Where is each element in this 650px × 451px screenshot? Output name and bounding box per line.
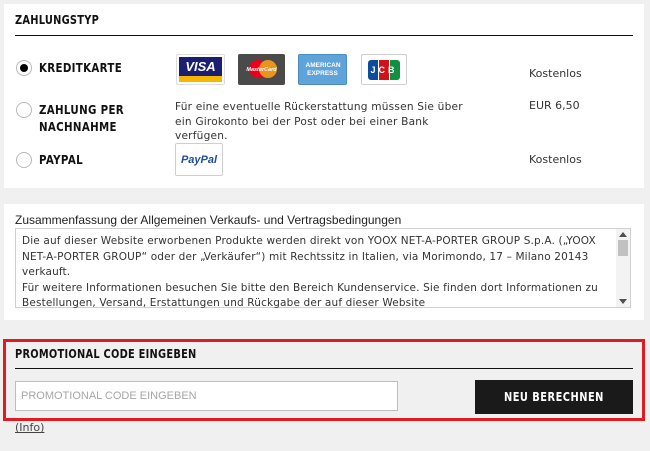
mastercard-text: MasterCard <box>246 66 277 73</box>
visa-text: VISA <box>185 59 216 74</box>
jcb-card-icon: JCB <box>361 54 407 85</box>
price-kreditkarte: Kostenlos <box>529 67 582 80</box>
nachnahme-info: Für eine eventuelle Rückerstattung müsse… <box>175 101 463 142</box>
paypal-logo-icon: PayPal <box>175 143 223 176</box>
recalculate-button-label: NEU BERECHNEN <box>504 390 604 404</box>
payment-panel: ZAHLUNGSTYP KREDITKARTE VISA MasterCard … <box>4 4 644 188</box>
terms-scrollbar[interactable] <box>616 229 630 307</box>
amex-card-icon: AMERICAN EXPRESS <box>298 54 347 85</box>
scroll-up-arrow-icon[interactable] <box>619 232 627 237</box>
terms-title: Zusammenfassung der Allgemeinen Verkaufs… <box>15 213 402 227</box>
paypal-text: PayPal <box>180 153 218 166</box>
option-label-kreditkarte[interactable]: KREDITKARTE <box>39 59 122 76</box>
option-label-nachnahme[interactable]: ZAHLUNG PER NACHNAHME <box>39 101 124 135</box>
payment-title: ZAHLUNGSTYP <box>15 13 100 27</box>
scroll-down-arrow-icon[interactable] <box>619 299 627 304</box>
payment-title-rule <box>15 35 633 36</box>
terms-body: Die auf dieser Website erworbenen Produk… <box>22 235 598 309</box>
option-label-paypal[interactable]: PAYPAL <box>39 151 83 168</box>
radio-nachnahme[interactable] <box>16 102 32 118</box>
promo-title: PROMOTIONAL CODE EINGEBEN <box>15 347 197 361</box>
promo-title-rule <box>15 368 633 369</box>
amex-text: AMERICAN EXPRESS <box>305 61 341 77</box>
jcb-text: JCB <box>370 64 398 75</box>
terms-scroll-box[interactable]: Die auf dieser Website erworbenen Produk… <box>15 228 631 309</box>
recalculate-button[interactable]: NEU BERECHNEN <box>475 380 633 414</box>
scroll-thumb[interactable] <box>618 240 628 256</box>
promo-info-link[interactable]: (Info) <box>15 421 44 434</box>
radio-kreditkarte[interactable] <box>16 60 32 76</box>
radio-paypal[interactable] <box>16 152 32 168</box>
promo-code-input[interactable] <box>15 381 398 411</box>
terms-panel: Zusammenfassung der Allgemeinen Verkaufs… <box>4 204 644 320</box>
price-paypal: Kostenlos <box>529 153 582 166</box>
price-nachnahme: EUR 6,50 <box>529 99 580 112</box>
visa-card-icon: VISA <box>176 54 225 85</box>
mastercard-icon: MasterCard <box>238 54 285 85</box>
